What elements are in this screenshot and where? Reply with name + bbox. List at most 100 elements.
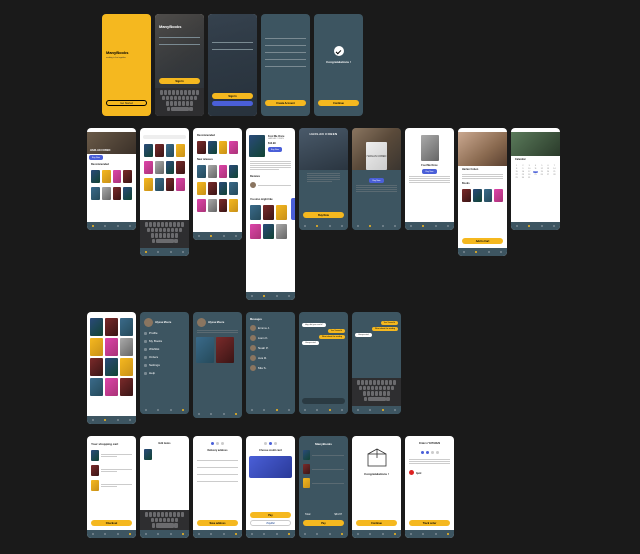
bottom-nav[interactable]	[458, 248, 507, 256]
book-cover[interactable]	[229, 199, 238, 212]
book-cover[interactable]	[166, 144, 175, 157]
bottom-nav[interactable]	[193, 530, 242, 538]
book-cover[interactable]	[90, 378, 103, 396]
continue-button[interactable]: Continue	[356, 520, 397, 526]
password-field[interactable]	[212, 45, 253, 50]
book-cover[interactable]	[90, 338, 103, 356]
book-cover[interactable]	[144, 178, 153, 191]
side-tab[interactable]	[291, 198, 295, 220]
calendar-grid[interactable]: 1234567 891011121314 15161718192021 2223…	[511, 163, 560, 181]
book-cover[interactable]	[90, 318, 103, 336]
featured-cta[interactable]: Buy Now	[89, 155, 103, 160]
checkout-button[interactable]: Checkout	[91, 520, 132, 526]
follow-button[interactable]: Add to Cart	[462, 238, 503, 244]
book-cover[interactable]	[229, 165, 238, 178]
password-field[interactable]	[159, 40, 200, 45]
bottom-nav[interactable]	[140, 530, 189, 538]
bottom-nav[interactable]	[246, 292, 295, 300]
book-cover[interactable]	[197, 182, 206, 195]
book-cover[interactable]	[250, 224, 261, 239]
bottom-nav[interactable]	[140, 406, 189, 414]
book-cover[interactable]	[105, 378, 118, 396]
bottom-nav[interactable]	[246, 406, 295, 414]
keyboard[interactable]	[140, 510, 189, 530]
bottom-nav[interactable]	[405, 530, 454, 538]
book-cover[interactable]	[219, 182, 228, 195]
book-cover[interactable]	[263, 224, 274, 239]
contact-item[interactable]: Ava R.	[246, 353, 295, 363]
profile-avatar[interactable]	[144, 318, 153, 327]
address-city[interactable]	[197, 470, 238, 475]
buy-button[interactable]: Buy Now	[422, 169, 436, 174]
menu-item[interactable]: Profile	[140, 329, 189, 337]
address-line2[interactable]	[197, 463, 238, 468]
book-cover[interactable]	[197, 199, 206, 212]
book-cover[interactable]	[90, 358, 103, 376]
track-button[interactable]: Track order	[409, 520, 450, 526]
book-cover[interactable]	[208, 141, 217, 154]
cart-item[interactable]	[87, 448, 136, 463]
menu-item[interactable]: Orders	[140, 353, 189, 361]
bottom-nav[interactable]	[246, 530, 295, 538]
bottom-nav[interactable]	[511, 222, 560, 230]
book-cover[interactable]	[263, 205, 274, 220]
book-cover[interactable]	[473, 189, 482, 202]
book-cover[interactable]	[229, 182, 238, 195]
book-cover[interactable]	[462, 189, 471, 202]
book-cover[interactable]	[484, 189, 493, 202]
recommended-list[interactable]	[87, 168, 136, 185]
book-cover[interactable]	[494, 189, 503, 202]
book-cover[interactable]	[123, 170, 132, 183]
book-cover[interactable]	[250, 205, 261, 220]
address-line1[interactable]	[197, 456, 238, 461]
book-cover[interactable]	[155, 178, 164, 191]
book-cover[interactable]	[166, 161, 175, 174]
get-started-button[interactable]: Get Started	[106, 100, 147, 106]
pay-button[interactable]: Pay	[250, 512, 291, 518]
continue-button[interactable]: Continue	[318, 100, 359, 106]
credit-card[interactable]	[249, 456, 292, 478]
book-cover[interactable]	[208, 165, 217, 178]
email-field[interactable]	[265, 41, 306, 46]
book-cover[interactable]	[197, 165, 206, 178]
book-cover[interactable]	[155, 144, 164, 157]
create-account-button[interactable]: Create Account	[265, 100, 306, 106]
book-cover[interactable]	[208, 199, 217, 212]
contact-item[interactable]: Liam K.	[246, 333, 295, 343]
book-cover[interactable]	[120, 338, 133, 356]
book-cover[interactable]	[144, 161, 153, 174]
menu-item[interactable]: Settings	[140, 361, 189, 369]
book-cover[interactable]	[229, 141, 238, 154]
cart-item[interactable]	[87, 478, 136, 493]
bottom-nav[interactable]	[352, 406, 401, 414]
book-cover[interactable]	[155, 161, 164, 174]
signin-button[interactable]: Sign In	[212, 93, 253, 99]
cart-item[interactable]	[140, 447, 189, 462]
book-cover[interactable]	[144, 144, 153, 157]
book-cover[interactable]	[197, 141, 206, 154]
book-cover[interactable]	[176, 161, 185, 174]
confirm-button[interactable]: Pay	[303, 520, 344, 526]
menu-item[interactable]: Help	[140, 369, 189, 377]
book-cover[interactable]	[219, 165, 228, 178]
book-cover[interactable]	[113, 187, 122, 200]
book-cover[interactable]	[105, 318, 118, 336]
book-cover[interactable]	[276, 205, 287, 220]
book-cover[interactable]	[105, 358, 118, 376]
bottom-nav[interactable]	[87, 222, 136, 230]
book-cover[interactable]	[176, 178, 185, 191]
extra-field[interactable]	[265, 62, 306, 67]
new-releases-list[interactable]	[87, 185, 136, 202]
book-cover[interactable]	[102, 187, 111, 200]
book-cover[interactable]	[91, 170, 100, 183]
bottom-nav[interactable]	[193, 410, 242, 418]
bottom-nav[interactable]	[140, 248, 189, 256]
email-field[interactable]	[212, 38, 253, 43]
book-cover[interactable]	[208, 182, 217, 195]
cart-item[interactable]	[87, 463, 136, 478]
save-address-button[interactable]: Save address	[197, 520, 238, 526]
book-cover[interactable]	[276, 224, 287, 239]
confirm-field[interactable]	[265, 55, 306, 60]
book-cover[interactable]	[219, 199, 228, 212]
keyboard[interactable]	[155, 88, 204, 116]
